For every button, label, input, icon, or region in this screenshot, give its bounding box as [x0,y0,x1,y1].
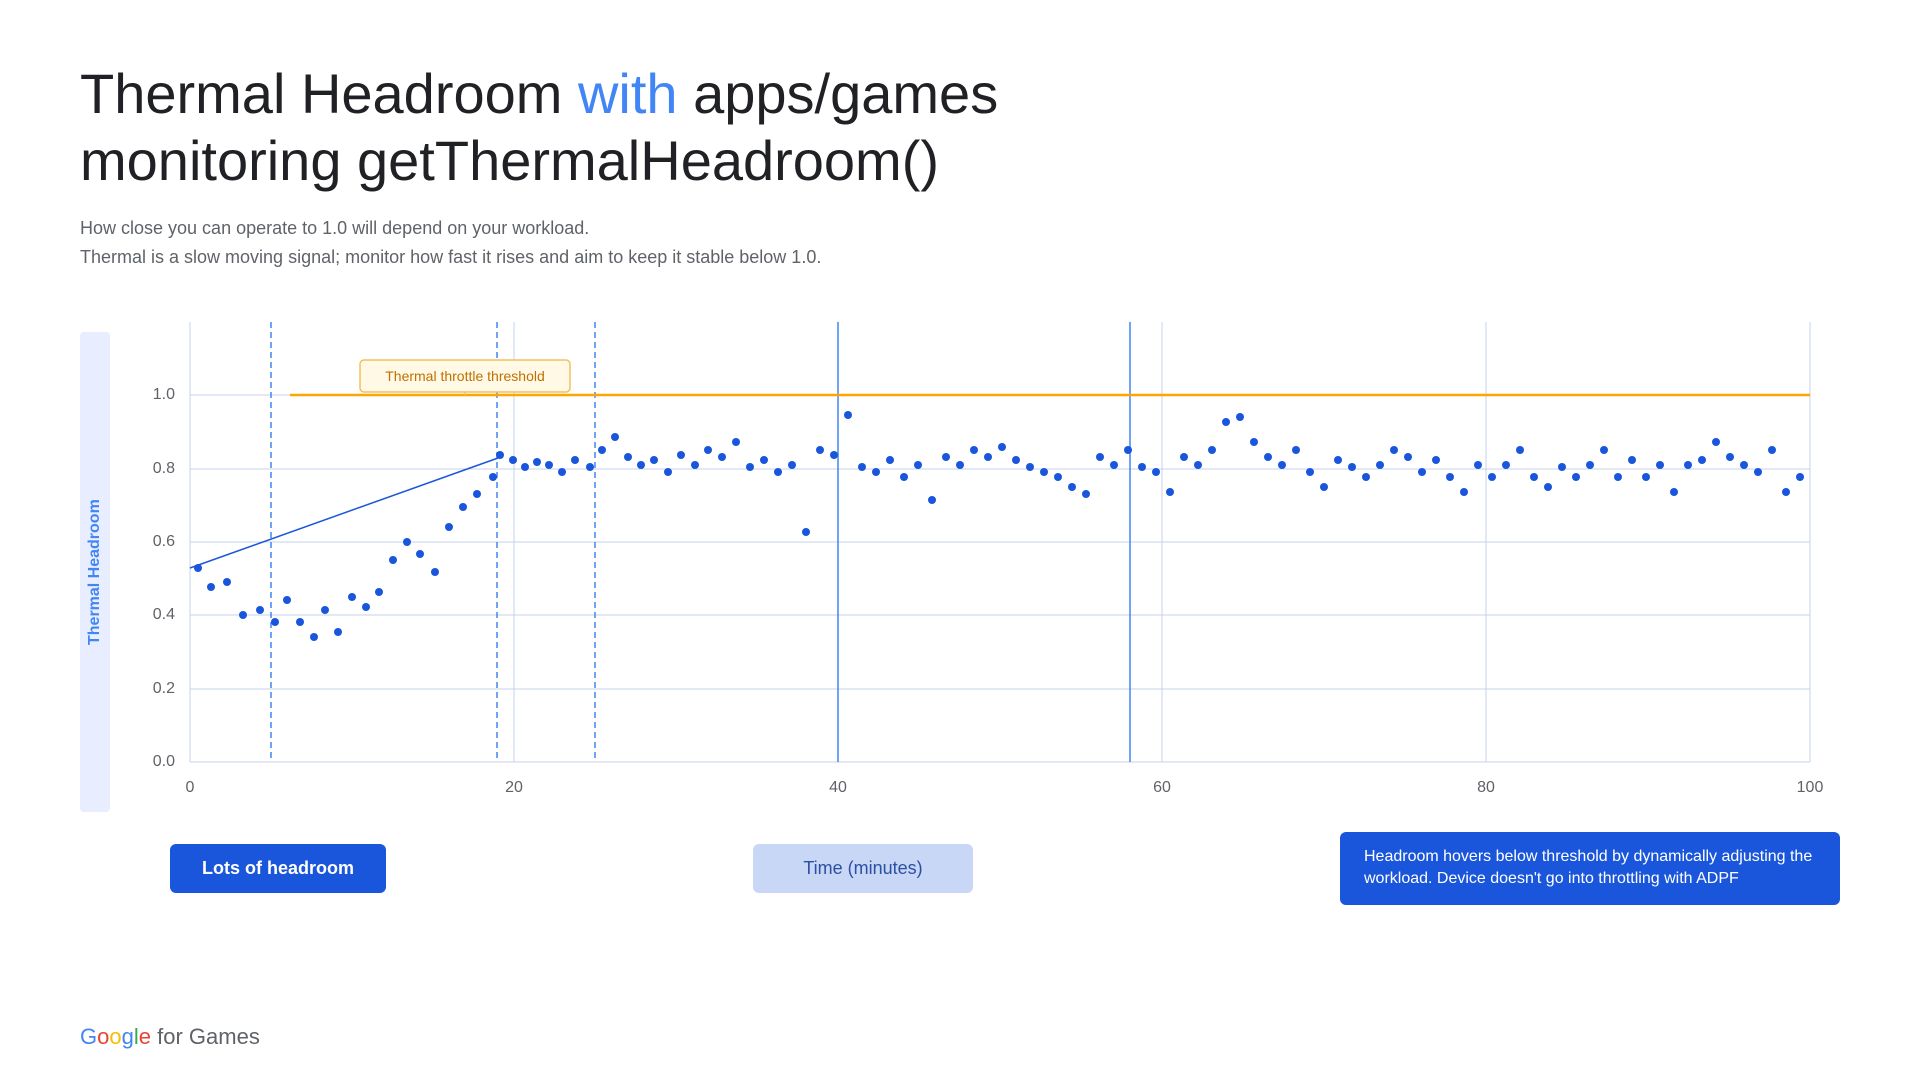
page-title: Thermal Headroom with apps/games monitor… [80,60,1840,194]
title-line2: monitoring getThermalHeadroom() [80,129,939,192]
svg-text:0.0: 0.0 [153,753,175,770]
chart-svg: 0.0 0.2 0.4 0.6 0.8 1.0 0 20 40 60 80 10… [120,302,1840,812]
title-with: with [578,62,678,125]
svg-text:0: 0 [186,779,195,796]
time-minutes-button: Time (minutes) [753,844,972,893]
svg-text:1.0: 1.0 [153,386,175,403]
google-g: Google [80,1024,151,1049]
svg-text:60: 60 [1153,779,1171,796]
svg-text:20: 20 [505,779,523,796]
subtitle-line1: How close you can operate to 1.0 will de… [80,218,589,238]
svg-text:Thermal throttle threshold: Thermal throttle threshold [385,368,545,384]
subtitle: How close you can operate to 1.0 will de… [80,214,1840,272]
lots-of-headroom-button[interactable]: Lots of headroom [170,844,386,893]
headroom-description: Headroom hovers below threshold by dynam… [1340,832,1840,905]
svg-text:0.2: 0.2 [153,680,175,697]
svg-text:100: 100 [1797,779,1824,796]
subtitle-line2: Thermal is a slow moving signal; monitor… [80,247,821,267]
title-part2: apps/games [678,62,999,125]
for-games-text: for Games [157,1024,260,1049]
svg-text:40: 40 [829,779,847,796]
google-branding: Google for Games [80,1024,260,1050]
title-part1: Thermal Headroom [80,62,578,125]
svg-text:80: 80 [1477,779,1495,796]
svg-text:0.4: 0.4 [153,606,175,623]
y-axis-label: Thermal Headroom [80,332,110,812]
chart-wrapper: Thermal Headroom [80,302,1840,862]
svg-text:0.8: 0.8 [153,460,175,477]
chart-area: 0.0 0.2 0.4 0.6 0.8 1.0 0 20 40 60 80 10… [120,302,1840,862]
annotations-row: Lots of headroom Time (minutes) Headroom… [120,832,1840,905]
svg-text:0.6: 0.6 [153,533,175,550]
